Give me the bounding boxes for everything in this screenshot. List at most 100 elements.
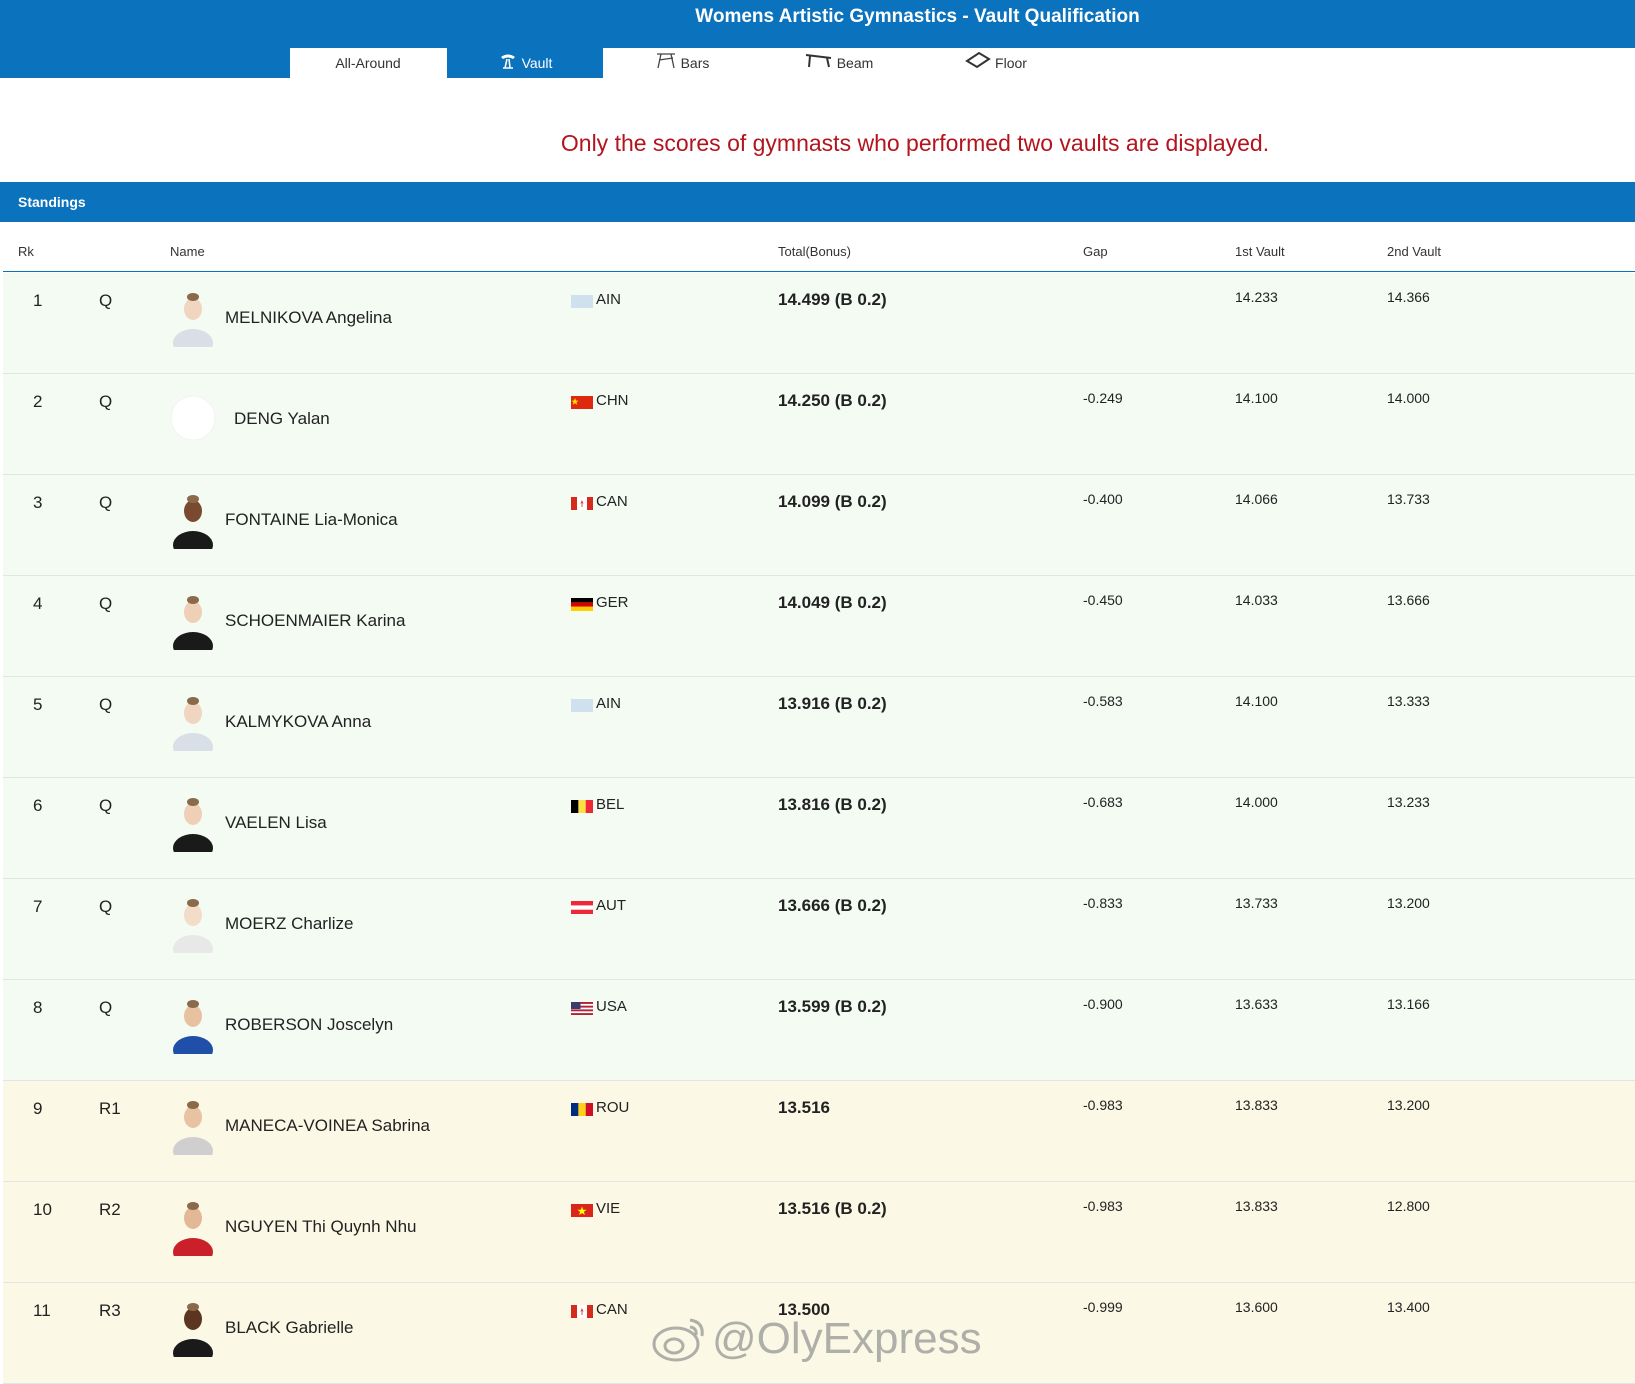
vault-icon — [498, 49, 518, 79]
col-gap[interactable]: Gap — [1083, 244, 1108, 259]
tab-beam[interactable]: Beam — [761, 48, 917, 78]
athlete-name[interactable]: ROBERSON Joscelyn — [225, 1015, 393, 1035]
tab-floor[interactable]: Floor — [918, 48, 1074, 78]
rank: 4 — [33, 594, 43, 613]
second-vault-score: 13.200 — [1387, 895, 1430, 911]
avatar — [170, 590, 216, 660]
gap-value: -0.983 — [1083, 1097, 1123, 1113]
tab-label: Beam — [836, 55, 874, 71]
athlete-name[interactable]: NGUYEN Thi Quynh Nhu — [225, 1217, 416, 1237]
gap-value: -0.583 — [1083, 693, 1123, 709]
qualification-status: Q — [99, 392, 113, 411]
flag-icon — [571, 1204, 593, 1217]
athlete-name[interactable]: MANECA-VOINEA Sabrina — [225, 1116, 430, 1136]
gap-value: -0.900 — [1083, 996, 1123, 1012]
col-name[interactable]: Name — [170, 244, 205, 259]
table-row[interactable]: 1 Q MELNIKOVA Angelina AIN 14.499 (B 0.2) 14.… — [3, 273, 1635, 374]
watermark: @OlyExpress — [650, 1312, 990, 1372]
col-2nd-vault[interactable]: 2nd Vault — [1387, 244, 1441, 259]
noc-code: VIE — [596, 1200, 621, 1217]
athlete-name[interactable]: MOERZ Charlize — [225, 914, 353, 934]
second-vault-score: 14.000 — [1387, 390, 1430, 406]
tab-label: Floor — [995, 55, 1027, 71]
tab-bars[interactable]: Bars — [604, 48, 760, 78]
weibo-logo-icon — [652, 1318, 704, 1362]
athlete-name[interactable]: SCHOENMAIER Karina — [225, 611, 405, 631]
noc-code: USA — [596, 998, 627, 1015]
athlete-name[interactable]: KALMYKOVA Anna — [225, 712, 371, 732]
rank: 8 — [33, 998, 43, 1017]
qualification-status: Q — [99, 998, 113, 1017]
beam-icon — [805, 49, 833, 79]
athlete-name[interactable]: VAELEN Lisa — [225, 813, 327, 833]
watermark-text: @OlyExpress — [712, 1314, 982, 1363]
avatar — [170, 792, 216, 862]
table-row[interactable]: 2 Q DENG Yalan CHN 14.250 (B 0.2) -0.249 14.10… — [3, 374, 1635, 475]
athlete-name[interactable]: BLACK Gabrielle — [225, 1318, 354, 1338]
rank: 10 — [33, 1200, 52, 1219]
noc-code: CAN — [596, 493, 628, 510]
noc-code: GER — [596, 594, 629, 611]
gap-value: -0.833 — [1083, 895, 1123, 911]
apparatus-tabs: All-Around Vault Bars Beam Floor — [0, 48, 1635, 78]
qualification-status: R3 — [99, 1301, 121, 1320]
tab-all-around[interactable]: All-Around — [290, 48, 446, 78]
table-row[interactable]: 5 Q KALMYKOVA Anna AIN 13.916 (B 0.2) -0.583 1… — [3, 677, 1635, 778]
rank: 9 — [33, 1099, 43, 1118]
avatar — [170, 489, 216, 559]
table-row[interactable]: 8 Q ROBERSON Joscelyn USA 13.599 (B 0.2) -0.9… — [3, 980, 1635, 1081]
flag-icon — [571, 800, 593, 813]
noc-code: CHN — [596, 392, 629, 409]
rank: 1 — [33, 291, 43, 310]
tab-vault[interactable]: Vault — [447, 48, 603, 78]
avatar — [170, 287, 216, 357]
noc-code: CAN — [596, 1301, 628, 1318]
gap-value: -0.683 — [1083, 794, 1123, 810]
second-vault-score: 13.166 — [1387, 996, 1430, 1012]
total-score: 14.049 (B 0.2) — [778, 593, 887, 612]
table-row[interactable]: 10 R2 NGUYEN Thi Quynh Nhu VIE 13.516 (B 0.2… — [3, 1182, 1635, 1283]
avatar — [170, 994, 216, 1064]
table-row[interactable]: 9 R1 MANECA-VOINEA Sabrina ROU 13.516 -0.983 1… — [3, 1081, 1635, 1182]
second-vault-score: 13.666 — [1387, 592, 1430, 608]
qualification-status: Q — [99, 291, 113, 310]
qualification-status: R1 — [99, 1099, 121, 1118]
first-vault-score: 14.033 — [1235, 592, 1278, 608]
avatar — [170, 1196, 216, 1266]
athlete-name[interactable]: DENG Yalan — [234, 409, 330, 429]
table-header: Rk Name Total(Bonus) Gap 1st Vault 2nd V… — [3, 236, 1635, 272]
noc-code: AIN — [596, 291, 622, 308]
table-row[interactable]: 3 Q FONTAINE Lia-Monica CAN 14.099 (B 0.2) -0… — [3, 475, 1635, 576]
tabs-lead-strip — [0, 48, 290, 78]
athlete-name[interactable]: MELNIKOVA Angelina — [225, 308, 392, 328]
first-vault-score: 13.733 — [1235, 895, 1278, 911]
avatar — [170, 1095, 216, 1165]
athlete-name[interactable]: FONTAINE Lia-Monica — [225, 510, 398, 530]
second-vault-score: 13.233 — [1387, 794, 1430, 810]
flag-icon — [571, 497, 593, 510]
first-vault-score: 13.833 — [1235, 1198, 1278, 1214]
total-score: 13.666 (B 0.2) — [778, 896, 887, 915]
first-vault-score: 14.066 — [1235, 491, 1278, 507]
col-rk[interactable]: Rk — [18, 244, 34, 259]
qualification-status: Q — [99, 796, 113, 815]
avatar — [170, 691, 216, 761]
table-row[interactable]: 4 Q SCHOENMAIER Karina GER 14.049 (B 0.2) -0.… — [3, 576, 1635, 677]
top-header-bar: Womens Artistic Gymnastics - Vault Quali… — [0, 0, 1635, 48]
notice-message: Only the scores of gymnasts who performe… — [560, 130, 1270, 156]
col-total[interactable]: Total(Bonus) — [778, 244, 851, 259]
avatar — [170, 893, 216, 963]
noc-code: AIN — [596, 695, 622, 712]
standings-table: 1 Q MELNIKOVA Angelina AIN 14.499 (B 0.2) 14.… — [3, 273, 1635, 1384]
col-1st-vault[interactable]: 1st Vault — [1235, 244, 1285, 259]
table-row[interactable]: 6 Q VAELEN Lisa BEL 13.816 (B 0.2) -0.683 14.0… — [3, 778, 1635, 879]
rank: 3 — [33, 493, 43, 512]
second-vault-score: 13.733 — [1387, 491, 1430, 507]
flag-icon — [571, 598, 593, 611]
table-row[interactable]: 7 Q MOERZ Charlize AUT 13.666 (B 0.2) -0.833 1… — [3, 879, 1635, 980]
qualification-status: Q — [99, 493, 113, 512]
total-score: 13.599 (B 0.2) — [778, 997, 887, 1016]
flag-icon — [571, 1002, 593, 1015]
page-title: Womens Artistic Gymnastics - Vault Quali… — [695, 6, 1140, 27]
qualification-status: Q — [99, 594, 113, 613]
